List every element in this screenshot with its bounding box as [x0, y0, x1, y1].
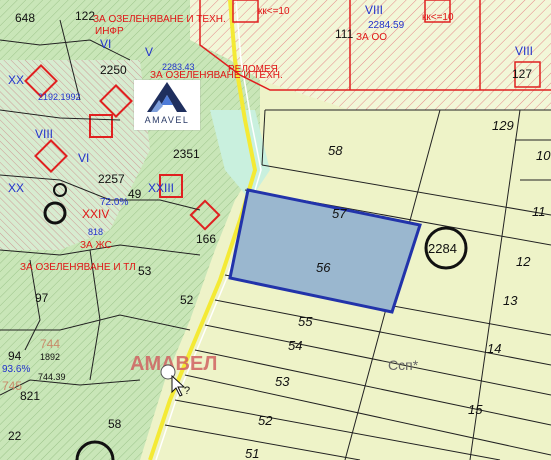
label-2283-43: 2283.43 — [162, 62, 195, 72]
label-53-left: 53 — [138, 264, 152, 278]
zone-label-red-1: ЗА ОЗЕЛЕНЯВАНЕ И ТЕХН. — [93, 14, 226, 25]
cadastral-map[interactable]: 58 57 56 55 54 53 52 51 129 12 13 14 15 … — [0, 0, 551, 460]
parcel-14: 14 — [487, 341, 501, 356]
label-122: 122 — [75, 9, 95, 23]
label-111: 111 — [335, 27, 354, 41]
label-2257: 2257 — [98, 172, 125, 186]
label-viii-left: VIII — [35, 127, 53, 141]
label-xx-2: XX — [8, 181, 24, 195]
parcel-15: 15 — [468, 402, 483, 417]
label-818: 818 — [88, 227, 103, 237]
label-viii-right: VIII — [515, 44, 533, 58]
zone-label-red-4: РЕЛОМЕЯ — [228, 64, 278, 75]
label-viii-top: VIII — [365, 3, 383, 17]
label-pct-2: 72.0% — [100, 197, 128, 208]
label-xxiv: XXIV — [82, 207, 109, 221]
zone-label-red-5: ЗА ОЗЕЛЕНЯВАНЕ И ТЛ — [20, 262, 136, 273]
label-52-left: 52 — [180, 293, 194, 307]
parcel-56: 56 — [316, 260, 331, 275]
label-1892: 1892 — [40, 352, 60, 362]
label-2284-59: 2284.59 — [368, 20, 405, 31]
label-xxiii: XXIII — [148, 181, 174, 195]
zone-label: Ссп* — [388, 357, 419, 373]
label-166: 166 — [196, 232, 216, 246]
parcel-11: 11 — [532, 204, 546, 219]
parcel-10: 10 — [536, 148, 551, 163]
label-pct-1: 93.6% — [2, 364, 30, 375]
label-2192: 2192.1992 — [38, 92, 81, 102]
parcel-13: 13 — [503, 293, 518, 308]
label-22: 22 — [8, 429, 22, 443]
parcel-55: 55 — [298, 314, 313, 329]
label-744: 744 — [40, 337, 60, 351]
label-2351: 2351 — [173, 147, 200, 161]
zone-label-red-9: ЗА ЖС — [80, 240, 112, 251]
circled-parcel-number: 2284 — [428, 241, 457, 256]
label-97: 97 — [35, 291, 49, 305]
label-xx-1: XX — [8, 73, 24, 87]
label-58-left: 58 — [108, 417, 122, 431]
amavel-logo: AMAVEL — [134, 80, 200, 130]
parcel-58: 58 — [328, 143, 343, 158]
label-94: 94 — [8, 349, 22, 363]
parcel-51: 51 — [245, 446, 259, 460]
label-vi-left: VI — [78, 151, 89, 165]
label-744-39: 744.39 — [38, 372, 66, 382]
parcel-52: 52 — [258, 413, 273, 428]
logo-mountain-icon — [147, 82, 187, 112]
parcel-129: 129 — [492, 118, 514, 133]
label-vi: VI — [100, 37, 111, 51]
zone-label-red-6: кк<=10 — [258, 6, 290, 17]
label-49: 49 — [128, 187, 142, 201]
parcel-54: 54 — [288, 338, 302, 353]
label-127: 127 — [512, 67, 532, 81]
cursor-help-mark: ? — [184, 385, 190, 397]
parcel-12: 12 — [516, 254, 531, 269]
label-648: 648 — [15, 11, 35, 25]
label-v: V — [145, 45, 153, 59]
zone-label-red-8: ЗА ОО — [356, 32, 387, 43]
zone-label-red-2: ИНФР — [95, 26, 124, 37]
parcel-53: 53 — [275, 374, 290, 389]
label-2250: 2250 — [100, 63, 127, 77]
zone-label-red-7: кк<=10 — [422, 12, 454, 23]
logo-text: AMAVEL — [144, 115, 190, 125]
label-821: 821 — [20, 389, 40, 403]
parcel-57: 57 — [332, 206, 347, 221]
